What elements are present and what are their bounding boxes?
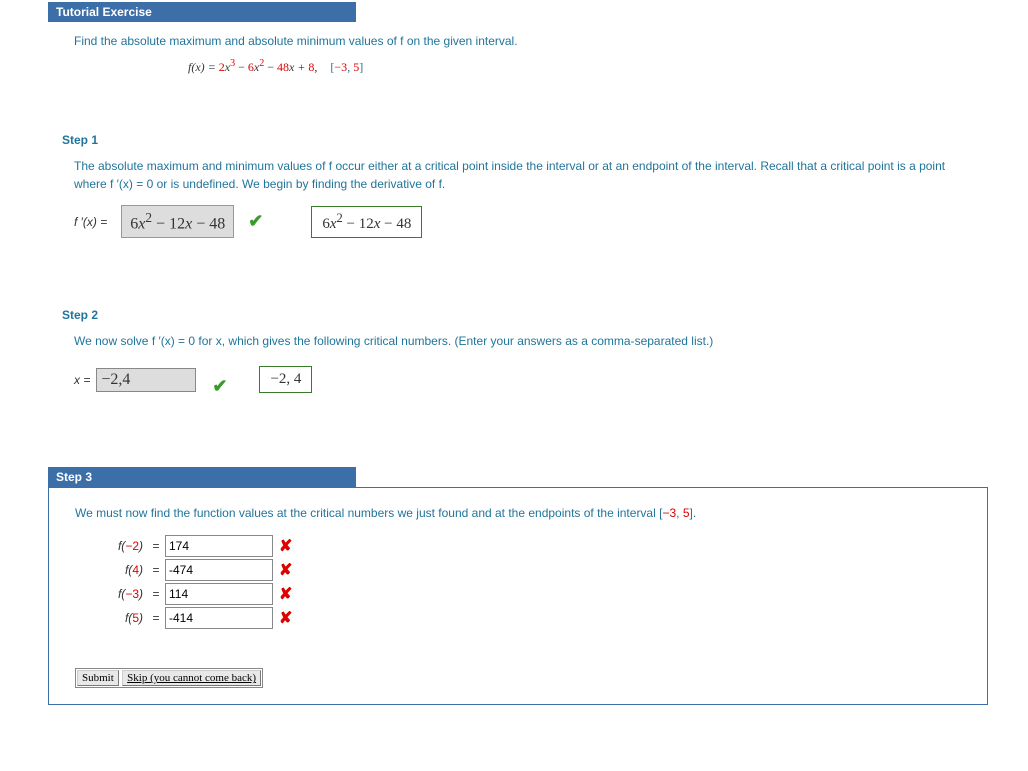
table-row: f(4) = ✘ <box>75 558 987 582</box>
value-input[interactable] <box>165 559 273 581</box>
step1-correct-answer: 6x2 − 12x − 48 <box>311 206 422 238</box>
table-row: f(5) = ✘ <box>75 606 987 630</box>
step2-answer-row: x = −2,4 ✔ −2, 4 <box>74 362 1028 397</box>
step1-answer-row: f ′(x) = 6x2 − 12x − 48 ✔ 6x2 − 12x − 48 <box>74 205 1028 238</box>
step3-panel: We must now find the function values at … <box>48 487 988 705</box>
step3-text: We must now find the function values at … <box>75 504 975 522</box>
step2-correct-answer: −2, 4 <box>259 366 312 393</box>
section-header: Tutorial Exercise <box>48 2 356 22</box>
skip-button[interactable]: Skip (you cannot come back) <box>122 670 261 686</box>
table-row: f(−3) = ✘ <box>75 582 987 606</box>
cross-icon: ✘ <box>279 536 292 556</box>
value-input[interactable] <box>165 583 273 605</box>
prompt-text: Find the absolute maximum and absolute m… <box>74 34 1028 48</box>
submit-button[interactable]: Submit <box>77 670 119 686</box>
table-row: f(−2) = ✘ <box>75 534 987 558</box>
step1-label: Step 1 <box>62 133 1028 147</box>
value-input[interactable] <box>165 535 273 557</box>
cross-icon: ✘ <box>279 608 292 628</box>
check-icon: ✔ <box>212 376 227 397</box>
step2-text: We now solve f ′(x) = 0 for x, which giv… <box>74 332 974 350</box>
value-input[interactable] <box>165 607 273 629</box>
step3-label: Step 3 <box>48 467 356 487</box>
cross-icon: ✘ <box>279 584 292 604</box>
step2-entered-answer: −2,4 <box>96 368 196 392</box>
cross-icon: ✘ <box>279 560 292 580</box>
button-row: Submit Skip (you cannot come back) <box>75 668 263 688</box>
step2-label: Step 2 <box>62 308 1028 322</box>
step1-text: The absolute maximum and minimum values … <box>74 157 974 193</box>
check-icon: ✔ <box>248 211 263 232</box>
step1-entered-answer: 6x2 − 12x − 48 <box>121 205 234 238</box>
step3-values: f(−2) = ✘ f(4) = ✘ f(−3) = ✘ f(5) = <box>75 534 987 630</box>
given-formula: f(x) = 2x3 − 6x2 − 48x + 8, [−3, 5] <box>188 58 1028 75</box>
